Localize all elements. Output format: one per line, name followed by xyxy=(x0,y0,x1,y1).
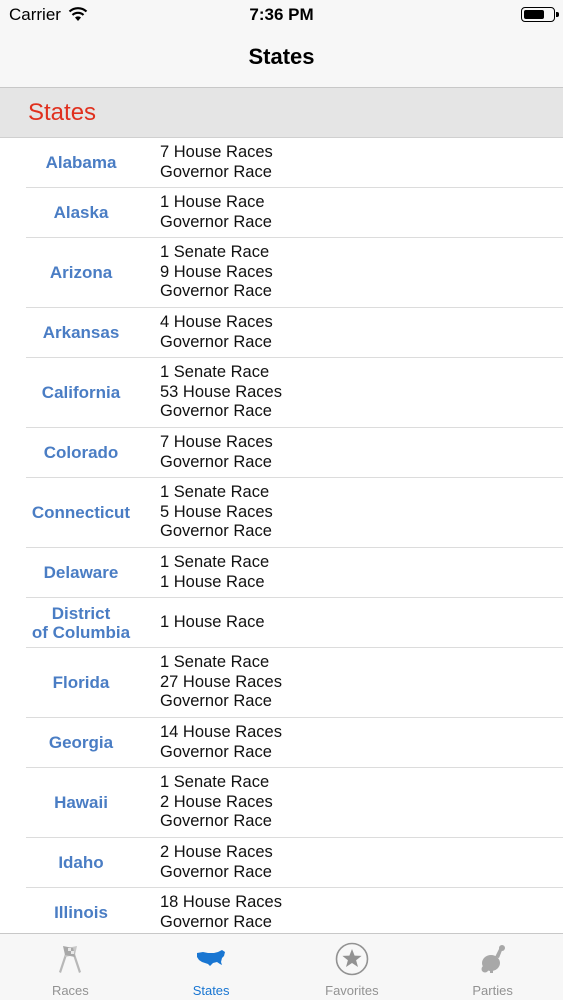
state-races: 1 House Race xyxy=(160,613,265,633)
state-name: Illinois xyxy=(54,903,108,922)
race-line: 7 House Races xyxy=(160,143,273,161)
section-title: States xyxy=(28,99,97,126)
race-line: 1 Senate Race xyxy=(160,363,270,382)
checkered-flags-icon xyxy=(53,942,87,976)
race-line: 2 House Races xyxy=(160,792,273,811)
state-row[interactable]: Arizona 1 Senate Race 9 House Races Governo… xyxy=(26,238,563,308)
state-name: Delaware xyxy=(43,563,119,582)
race-line: Governor Race xyxy=(160,522,272,541)
star-circle-icon xyxy=(335,942,369,976)
state-row[interactable]: Hawaii 1 Senate Race 2 House Races Governor… xyxy=(26,768,563,838)
tab-favorites[interactable]: Favorites xyxy=(282,934,423,1000)
state-races: 1 House Race Governor Race xyxy=(160,193,272,232)
race-line: 1 Senate Race xyxy=(160,553,270,571)
state-name: Arizona xyxy=(49,263,113,282)
state-name: Alaska xyxy=(53,203,109,222)
race-line: 2 House Races xyxy=(160,843,273,861)
state-row[interactable]: Georgia 14 House Races Governor Race xyxy=(26,718,563,768)
race-line: 53 House Races xyxy=(160,382,282,401)
race-line: 1 Senate Race xyxy=(160,653,270,672)
race-line: Governor Race xyxy=(160,282,272,301)
race-line: 18 House Races xyxy=(160,893,282,911)
state-row[interactable]: District of Columbia 1 House Race xyxy=(26,598,563,648)
state-row[interactable]: Alabama 7 House Races Governor Race xyxy=(26,138,563,188)
state-races: 7 House Races Governor Race xyxy=(160,143,273,182)
state-races: 4 House Races Governor Race xyxy=(160,313,273,352)
status-bar: Carrier 7:36 PM xyxy=(0,0,563,30)
section-header: States xyxy=(0,88,563,138)
tab-favorites-label: Favorites xyxy=(325,983,379,998)
state-row[interactable]: Illinois 18 House Races Governor Race xyxy=(26,888,563,933)
state-races: 14 House Races Governor Race xyxy=(160,723,282,762)
race-line: 27 House Races xyxy=(160,672,282,691)
state-races: 1 Senate Race 5 House Races Governor Race xyxy=(160,483,273,542)
state-row[interactable]: Alaska 1 House Race Governor Race xyxy=(26,188,563,238)
state-races: 1 Senate Race 9 House Races Governor Race xyxy=(160,243,273,302)
state-row[interactable]: Arkansas 4 House Races Governor Race xyxy=(26,308,563,358)
race-line: Governor Race xyxy=(160,332,272,351)
race-line: 14 House Races xyxy=(160,723,282,741)
page-title: States xyxy=(248,44,315,69)
race-line: 1 House Race xyxy=(160,193,265,211)
battery-icon xyxy=(521,7,559,22)
state-races: 1 Senate Race 2 House Races Governor Race xyxy=(160,773,273,832)
party-animals-icon xyxy=(476,942,510,976)
tab-states[interactable]: States xyxy=(141,934,282,1000)
race-line: 1 House Race xyxy=(160,612,265,631)
race-line: Governor Race xyxy=(160,452,272,471)
race-line: Governor Race xyxy=(160,402,272,421)
state-name: Hawaii xyxy=(54,793,108,812)
tab-bar: Races States Favorites Parties xyxy=(0,933,563,1000)
state-name: Colorado xyxy=(43,443,119,462)
usa-map-icon xyxy=(194,942,228,976)
state-row[interactable]: Delaware 1 Senate Race 1 House Race xyxy=(26,548,563,598)
navigation-bar: States xyxy=(0,30,563,88)
race-line: 1 Senate Race xyxy=(160,773,270,792)
state-races: 1 Senate Race 53 House Races Governor Race xyxy=(160,363,282,422)
race-line: Governor Race xyxy=(160,912,272,931)
state-name: Arkansas xyxy=(42,323,120,342)
states-list[interactable]: Alabama 7 House Races Governor Race Alaska 1… xyxy=(0,138,563,933)
race-line: Governor Race xyxy=(160,162,272,181)
state-races: 1 Senate Race 27 House Races Governor Race xyxy=(160,653,282,712)
race-line: Governor Race xyxy=(160,862,272,881)
state-name: Idaho xyxy=(58,853,104,872)
state-races: 18 House Races Governor Race xyxy=(160,893,282,932)
state-row[interactable]: Florida 1 Senate Race 27 House Races Govern… xyxy=(26,648,563,718)
state-name: Georgia xyxy=(48,733,114,752)
state-name: Connecticut xyxy=(31,503,131,522)
race-line: 9 House Races xyxy=(160,262,273,281)
race-line: Governor Race xyxy=(160,692,272,711)
tab-parties[interactable]: Parties xyxy=(422,934,563,1000)
state-name: District of Columbia xyxy=(31,603,131,642)
state-name: California xyxy=(41,383,121,402)
tab-parties-label: Parties xyxy=(472,983,513,998)
state-row[interactable]: Colorado 7 House Races Governor Race xyxy=(26,428,563,478)
race-line: 1 Senate Race xyxy=(160,243,270,262)
state-races: 2 House Races Governor Race xyxy=(160,843,273,882)
tab-states-label: States xyxy=(192,983,230,998)
tab-races[interactable]: Races xyxy=(0,934,141,1000)
state-races: 7 House Races Governor Race xyxy=(160,433,273,472)
race-line: Governor Race xyxy=(160,742,272,761)
race-line: 1 House Race xyxy=(160,572,265,591)
race-line: Governor Race xyxy=(160,812,272,831)
state-name: Florida xyxy=(52,673,110,692)
state-row[interactable]: Idaho 2 House Races Governor Race xyxy=(26,838,563,888)
battery-level xyxy=(524,10,544,19)
race-line: 7 House Races xyxy=(160,433,273,451)
race-line: 4 House Races xyxy=(160,313,273,331)
state-row[interactable]: California 1 Senate Race 53 House Races Gov… xyxy=(26,358,563,428)
race-line: Governor Race xyxy=(160,212,272,231)
race-line: 1 Senate Race xyxy=(160,483,270,502)
status-time: 7:36 PM xyxy=(249,5,314,24)
state-row[interactable]: Connecticut 1 Senate Race 5 House Races Gov… xyxy=(26,478,563,548)
race-line: 5 House Races xyxy=(160,502,273,521)
state-name: Alabama xyxy=(45,153,117,172)
state-races: 1 Senate Race 1 House Race xyxy=(160,553,269,592)
tab-races-label: Races xyxy=(51,983,89,998)
